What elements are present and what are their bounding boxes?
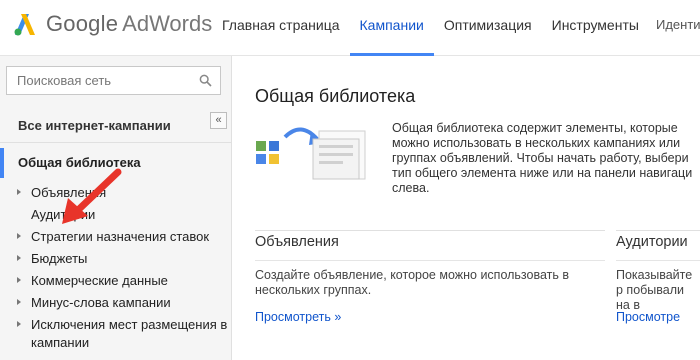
nav-tools[interactable]: Инструменты bbox=[542, 0, 649, 56]
shared-library-description: Общая библиотека содержит элементы, кото… bbox=[392, 121, 693, 195]
expand-triangle-icon[interactable] bbox=[17, 321, 21, 327]
adwords-logo-icon bbox=[14, 14, 35, 36]
sidebar-divider bbox=[0, 142, 231, 143]
tree-item-label: Стратегии назначения ставок bbox=[31, 229, 210, 244]
nav-home[interactable]: Главная страница bbox=[212, 0, 350, 56]
section-audiences-description: Показывайте р побывали на в bbox=[616, 268, 693, 312]
red-annotation-arrow-icon bbox=[62, 168, 122, 224]
tree-item-label: Коммерческие данные bbox=[31, 273, 168, 288]
main-nav: Главная страница Кампании Оптимизация Ин… bbox=[212, 0, 649, 56]
section-ads-title: Объявления bbox=[255, 234, 339, 250]
search-input[interactable] bbox=[17, 67, 197, 94]
account-identity[interactable]: Иденти bbox=[656, 0, 700, 56]
expand-triangle-icon[interactable] bbox=[17, 299, 21, 305]
section-ads-description: Создайте объявление, которое можно испол… bbox=[255, 268, 569, 297]
page-title: Общая библиотека bbox=[255, 86, 416, 106]
section-top-divider bbox=[616, 230, 700, 231]
section-top-divider bbox=[255, 230, 605, 231]
tree-item-bid-strategies[interactable]: Стратегии назначения ставок bbox=[0, 228, 231, 250]
logo-adwords-text: AdWords bbox=[122, 11, 213, 36]
expand-triangle-icon[interactable] bbox=[17, 255, 21, 261]
nav-optimization[interactable]: Оптимизация bbox=[434, 0, 542, 56]
logo-google-text: Google bbox=[46, 11, 119, 36]
tree-item-business-data[interactable]: Коммерческие данные bbox=[0, 272, 231, 294]
nav-campaigns[interactable]: Кампании bbox=[349, 0, 435, 56]
tree-item-label: Исключения мест размещения в кампании bbox=[31, 317, 228, 350]
expand-triangle-icon[interactable] bbox=[17, 233, 21, 239]
top-bar: Google AdWords Главная страница Кампании… bbox=[0, 0, 700, 56]
expand-triangle-icon[interactable] bbox=[17, 189, 21, 195]
adwords-logo[interactable]: Google AdWords bbox=[12, 8, 212, 40]
section-audiences-rule bbox=[616, 260, 700, 261]
collapse-sidebar-button[interactable]: « bbox=[210, 112, 227, 129]
section-ads-rule bbox=[255, 260, 605, 261]
tree-item-budgets[interactable]: Бюджеты bbox=[0, 250, 231, 272]
tree-item-negative-keywords[interactable]: Минус-слова кампании bbox=[0, 294, 231, 316]
section-ads-view-link[interactable]: Просмотреть » bbox=[255, 310, 341, 324]
tree-item-label: Минус-слова кампании bbox=[31, 295, 171, 310]
tree-item-placement-exclusions[interactable]: Исключения мест размещения в кампании bbox=[0, 316, 231, 354]
shared-library-illustration-icon bbox=[256, 127, 366, 180]
sidebar: Все интернет-кампании « Общая библиотека… bbox=[0, 56, 232, 360]
sidebar-search[interactable] bbox=[6, 66, 221, 95]
section-audiences-title: Аудитории bbox=[616, 234, 688, 250]
all-campaigns-link[interactable]: Все интернет-кампании bbox=[18, 118, 171, 133]
section-audiences-view-link[interactable]: Просмотре bbox=[616, 310, 680, 324]
expand-triangle-icon[interactable] bbox=[17, 277, 21, 283]
search-icon[interactable] bbox=[199, 74, 212, 87]
tree-item-label: Бюджеты bbox=[31, 251, 88, 266]
main-content: Общая библиотека Общая библиотека содерж… bbox=[233, 56, 700, 360]
